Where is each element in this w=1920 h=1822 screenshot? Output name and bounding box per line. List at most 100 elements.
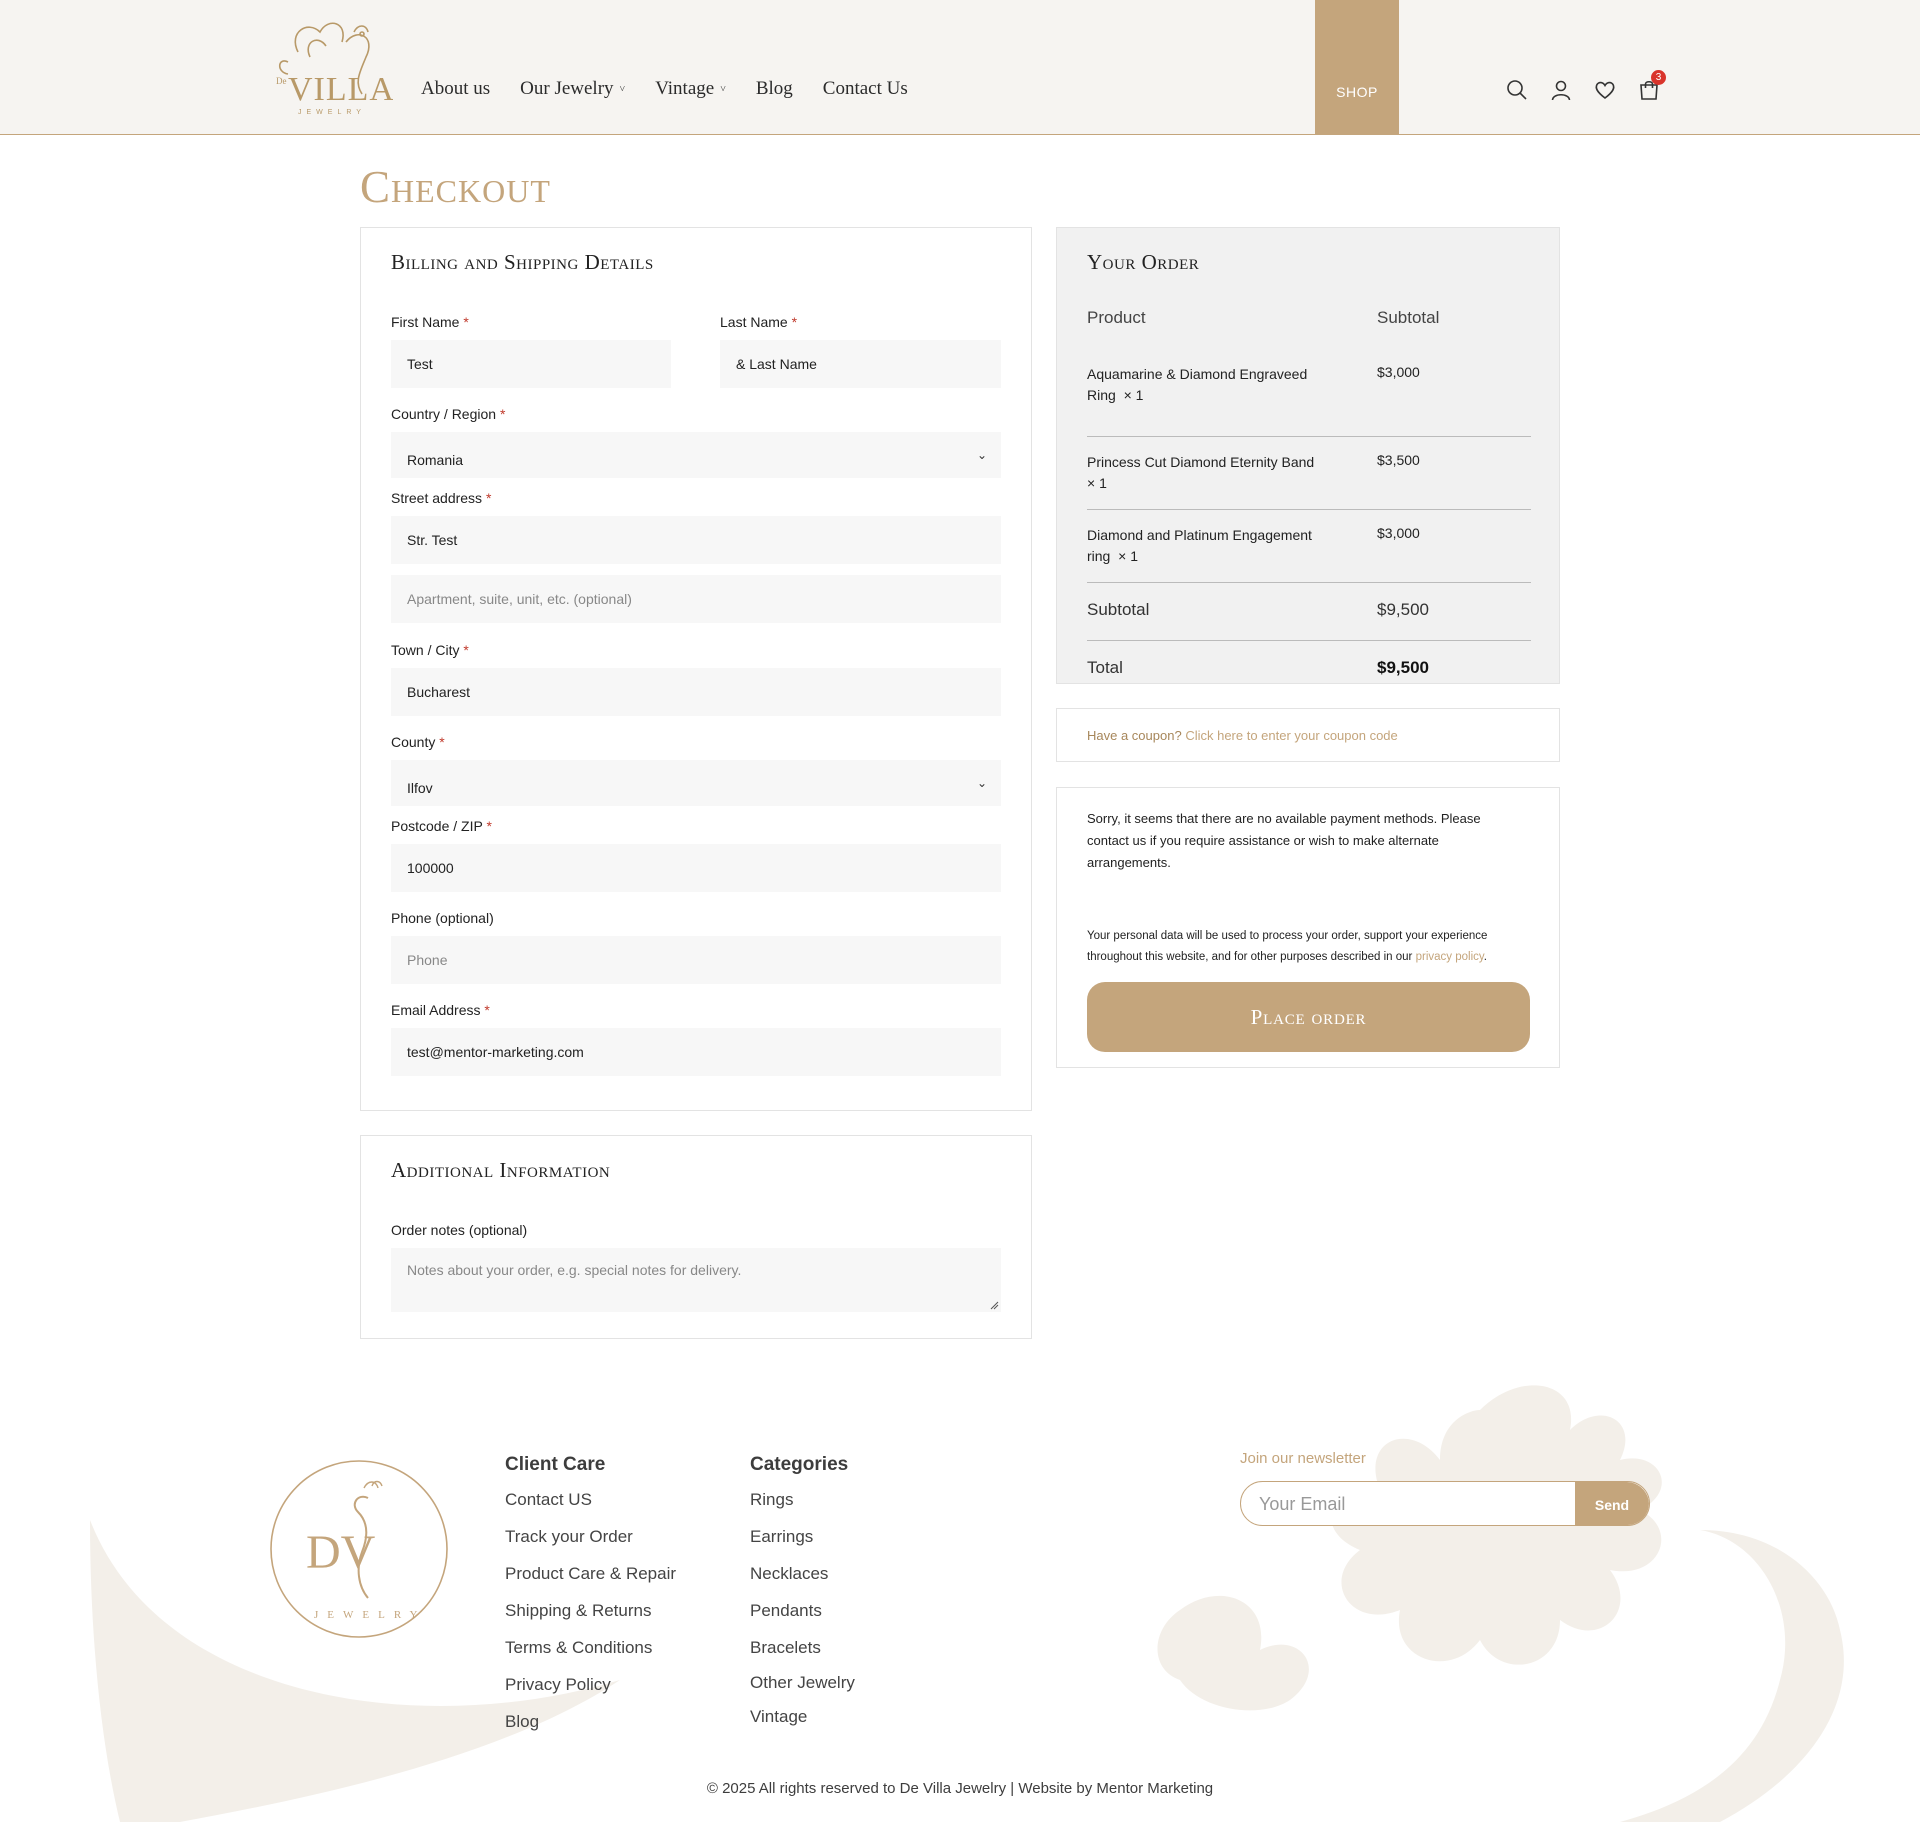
- order-summary: Your Order Product Subtotal Aquamarine &…: [1056, 227, 1560, 684]
- last-name-field[interactable]: & Last Name: [720, 340, 1001, 388]
- heart-icon[interactable]: [1593, 78, 1617, 102]
- privacy-end: .: [1483, 951, 1487, 963]
- item-qty: × 1: [1118, 548, 1138, 564]
- label-text: First Name: [391, 314, 460, 330]
- user-icon[interactable]: [1549, 78, 1573, 102]
- nav-vintage[interactable]: Vintage ˅: [655, 78, 726, 100]
- order-item-name: Diamond and Platinum Engagement ring × 1: [1087, 525, 1317, 567]
- chevron-down-icon: ˅: [720, 83, 726, 95]
- de-villa-logo[interactable]: De VILLA JEWELRY: [258, 12, 393, 120]
- de-villa-emblem-logo[interactable]: DV JEWELRY: [268, 1458, 450, 1640]
- total-row: Total $9,500: [1087, 641, 1531, 685]
- main-nav: About us Our Jewelry ˅ Vintage ˅ Blog Co…: [421, 78, 908, 100]
- svg-text:VILLA: VILLA: [288, 71, 393, 108]
- cart-icon[interactable]: 3: [1637, 70, 1666, 102]
- nav-our-jewelry[interactable]: Our Jewelry ˅: [520, 78, 625, 100]
- nav-label: Our Jewelry: [520, 78, 614, 99]
- order-notes-label: Order notes (optional): [391, 1222, 528, 1238]
- county-select[interactable]: Ilfov ⌄: [391, 760, 1001, 806]
- footer-link-product-care[interactable]: Product Care & Repair: [505, 1564, 676, 1601]
- phone-field[interactable]: Phone: [391, 936, 1001, 984]
- subtotal-column-header: Subtotal: [1377, 308, 1440, 327]
- client-care-title: Client Care: [505, 1454, 606, 1475]
- footer-link-track-order[interactable]: Track your Order: [505, 1527, 676, 1564]
- footer-link-vintage[interactable]: Vintage: [750, 1707, 855, 1744]
- label-text: Email Address: [391, 1002, 481, 1018]
- footer-link-blog[interactable]: Blog: [505, 1712, 676, 1749]
- city-label: Town / City *: [391, 642, 469, 658]
- subtotal-value: $9,500: [1377, 600, 1429, 619]
- footer-link-other-jewelry[interactable]: Other Jewelry: [750, 1673, 855, 1707]
- required-mark: *: [463, 642, 469, 658]
- order-item: Aquamarine & Diamond Engraveed Ring × 1 …: [1087, 364, 1531, 437]
- nav-blog[interactable]: Blog: [756, 78, 793, 100]
- county-value: Ilfov: [407, 780, 433, 796]
- first-name-field[interactable]: Test: [391, 340, 671, 388]
- footer-link-privacy-policy[interactable]: Privacy Policy: [505, 1675, 676, 1712]
- svg-text:JEWELRY: JEWELRY: [298, 109, 366, 116]
- billing-section: Billing and Shipping Details First Name …: [360, 227, 1032, 1111]
- label-text: Postcode / ZIP: [391, 818, 483, 834]
- coupon-link[interactable]: Click here to enter your coupon code: [1185, 728, 1397, 743]
- search-icon[interactable]: [1505, 78, 1529, 102]
- place-order-button[interactable]: Place order: [1087, 982, 1530, 1052]
- city-field[interactable]: Bucharest: [391, 668, 1001, 716]
- postcode-label: Postcode / ZIP *: [391, 818, 492, 834]
- privacy-policy-link[interactable]: privacy policy: [1416, 951, 1484, 963]
- order-item-price: $3,000: [1377, 364, 1420, 380]
- footer-link-shipping-returns[interactable]: Shipping & Returns: [505, 1601, 676, 1638]
- nav-about-us[interactable]: About us: [421, 78, 490, 100]
- order-item: Princess Cut Diamond Eternity Band × 1 $…: [1087, 437, 1531, 510]
- order-notes-placeholder: Notes about your order, e.g. special not…: [407, 1262, 742, 1278]
- postcode-field[interactable]: 100000: [391, 844, 1001, 892]
- billing-title: Billing and Shipping Details: [391, 250, 654, 274]
- cart-count-badge: 3: [1651, 70, 1666, 85]
- place-order-label: Place order: [1250, 1004, 1367, 1029]
- country-select[interactable]: Romania ⌄: [391, 432, 1001, 478]
- shop-label: SHOP: [1336, 83, 1378, 100]
- first-name-label: First Name *: [391, 314, 469, 330]
- total-value: $9,500: [1377, 658, 1429, 677]
- email-field[interactable]: test@mentor-marketing.com: [391, 1028, 1001, 1076]
- newsletter-email-input[interactable]: Your Email: [1259, 1482, 1345, 1525]
- resize-handle-icon[interactable]: [990, 1301, 999, 1310]
- no-payment-methods-message: Sorry, it seems that there are no availa…: [1087, 811, 1481, 870]
- required-mark: *: [499, 406, 506, 422]
- email-label: Email Address *: [391, 1002, 490, 1018]
- street-address-2-field[interactable]: Apartment, suite, unit, etc. (optional): [391, 575, 1001, 623]
- footer-link-necklaces[interactable]: Necklaces: [750, 1564, 855, 1601]
- required-mark: *: [484, 1002, 490, 1018]
- chevron-down-icon: ⌄: [976, 776, 987, 790]
- order-item-name: Aquamarine & Diamond Engraveed Ring × 1: [1087, 364, 1317, 406]
- footer-link-pendants[interactable]: Pendants: [750, 1601, 855, 1638]
- nav-label: Vintage: [655, 78, 715, 99]
- county-label: County *: [391, 734, 445, 750]
- payment-section: Sorry, it seems that there are no availa…: [1056, 787, 1560, 1068]
- order-notes-textarea[interactable]: Notes about your order, e.g. special not…: [391, 1248, 1001, 1312]
- label-text: Last Name: [720, 314, 788, 330]
- coupon-text: Have a coupon? Click here to enter your …: [1087, 728, 1398, 743]
- order-item-price: $3,000: [1377, 525, 1420, 541]
- categories-column: Categories Rings Earrings Necklaces Pend…: [750, 1454, 855, 1744]
- required-mark: *: [439, 734, 445, 750]
- product-column-header: Product: [1087, 308, 1146, 327]
- shop-button[interactable]: SHOP: [1315, 0, 1399, 135]
- footer-link-earrings[interactable]: Earrings: [750, 1527, 855, 1564]
- site-header: De VILLA JEWELRY About us Our Jewelry ˅ …: [0, 0, 1920, 135]
- item-name: Princess Cut Diamond Eternity Band: [1087, 454, 1315, 470]
- street-address-field[interactable]: Str. Test: [391, 516, 1001, 564]
- nav-label: Contact Us: [822, 78, 908, 99]
- newsletter-send-button[interactable]: Send: [1575, 1482, 1649, 1525]
- footer-link-rings[interactable]: Rings: [750, 1490, 855, 1527]
- footer-link-bracelets[interactable]: Bracelets: [750, 1638, 855, 1673]
- chevron-down-icon: ⌄: [976, 448, 987, 462]
- nav-contact-us[interactable]: Contact Us: [823, 78, 908, 100]
- footer-link-contact-us[interactable]: Contact US: [505, 1490, 676, 1527]
- coupon-notice: Have a coupon? Click here to enter your …: [1056, 708, 1560, 762]
- label-text: Country / Region: [391, 406, 497, 422]
- item-name: Aquamarine & Diamond Engraveed Ring: [1087, 366, 1308, 403]
- footer-link-terms[interactable]: Terms & Conditions: [505, 1638, 676, 1675]
- required-mark: *: [791, 314, 798, 330]
- privacy-notice: Your personal data will be used to proce…: [1087, 926, 1527, 968]
- newsletter-form: Your Email Send: [1240, 1481, 1650, 1526]
